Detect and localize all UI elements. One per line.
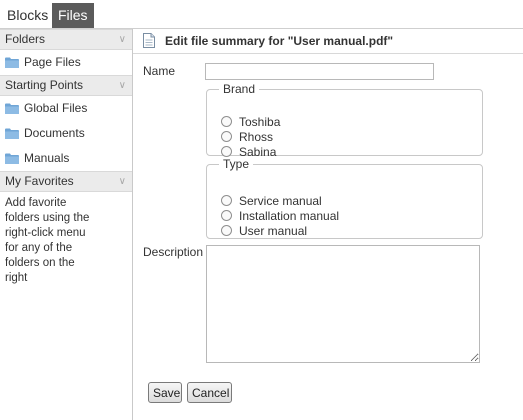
favorites-help-text: Add favorite folders using the right-cli… bbox=[5, 197, 90, 284]
brand-group: Brand Toshiba Rhoss Sabina bbox=[206, 82, 483, 159]
sidebar: Folders ∨ Page Files Starting Points ∨ G… bbox=[0, 29, 133, 420]
radio-button[interactable] bbox=[221, 225, 232, 236]
brand-option-toshiba[interactable]: Toshiba bbox=[221, 114, 280, 129]
folder-icon bbox=[5, 128, 19, 139]
chevron-down-icon[interactable]: ∨ bbox=[119, 172, 126, 191]
starting-points-section-header[interactable]: Starting Points ∨ bbox=[0, 75, 132, 96]
brand-legend: Brand bbox=[223, 82, 256, 96]
folders-section-header[interactable]: Folders ∨ bbox=[0, 29, 132, 50]
chevron-down-icon[interactable]: ∨ bbox=[119, 76, 126, 95]
cancel-button[interactable]: Cancel bbox=[187, 382, 232, 403]
folder-icon bbox=[5, 153, 19, 164]
type-legend: Type bbox=[223, 157, 250, 171]
top-tab-bar: Blocks Files bbox=[0, 0, 523, 29]
radio-label: Toshiba bbox=[239, 114, 281, 129]
radio-button[interactable] bbox=[221, 146, 232, 157]
favorites-section-header[interactable]: My Favorites ∨ bbox=[0, 171, 132, 192]
radio-button[interactable] bbox=[221, 195, 232, 206]
tab-files[interactable]: Files bbox=[52, 3, 94, 28]
radio-label: User manual bbox=[239, 223, 308, 238]
folder-item-documents[interactable]: Documents bbox=[0, 121, 132, 146]
brand-option-rhoss[interactable]: Rhoss bbox=[221, 129, 273, 144]
type-option-installation-manual[interactable]: Installation manual bbox=[221, 208, 339, 223]
name-input[interactable] bbox=[205, 63, 434, 80]
radio-button[interactable] bbox=[221, 116, 232, 127]
folder-label: Page Files bbox=[24, 55, 81, 69]
name-label: Name bbox=[143, 64, 176, 78]
radio-label: Installation manual bbox=[239, 208, 340, 223]
favorites-header-label: My Favorites bbox=[5, 174, 74, 188]
folders-header-label: Folders bbox=[5, 32, 46, 46]
type-group: Type Service manual Installation manual … bbox=[206, 157, 483, 239]
type-option-service-manual[interactable]: Service manual bbox=[221, 193, 322, 208]
folder-label: Manuals bbox=[24, 151, 70, 165]
folder-label: Documents bbox=[24, 126, 85, 140]
folder-label: Global Files bbox=[24, 101, 88, 115]
folder-icon bbox=[5, 103, 19, 114]
panel-header: Edit file summary for "User manual.pdf" bbox=[133, 29, 523, 54]
document-icon bbox=[143, 33, 155, 51]
description-label: Description bbox=[143, 245, 204, 259]
radio-label: Service manual bbox=[239, 193, 322, 208]
radio-label: Rhoss bbox=[239, 129, 274, 144]
radio-button[interactable] bbox=[221, 131, 232, 142]
panel-title: Edit file summary for "User manual.pdf" bbox=[165, 34, 394, 48]
folder-item-page-files[interactable]: Page Files bbox=[0, 50, 132, 75]
description-textarea[interactable] bbox=[206, 245, 480, 363]
type-option-user-manual[interactable]: User manual bbox=[221, 223, 307, 238]
tab-blocks[interactable]: Blocks bbox=[1, 3, 54, 28]
save-button[interactable]: Save bbox=[148, 382, 182, 403]
folder-item-global-files[interactable]: Global Files bbox=[0, 96, 132, 121]
starting-points-header-label: Starting Points bbox=[5, 78, 84, 92]
radio-button[interactable] bbox=[221, 210, 232, 221]
folder-icon bbox=[5, 57, 19, 68]
folder-item-manuals[interactable]: Manuals bbox=[0, 146, 132, 171]
chevron-down-icon[interactable]: ∨ bbox=[119, 30, 126, 49]
